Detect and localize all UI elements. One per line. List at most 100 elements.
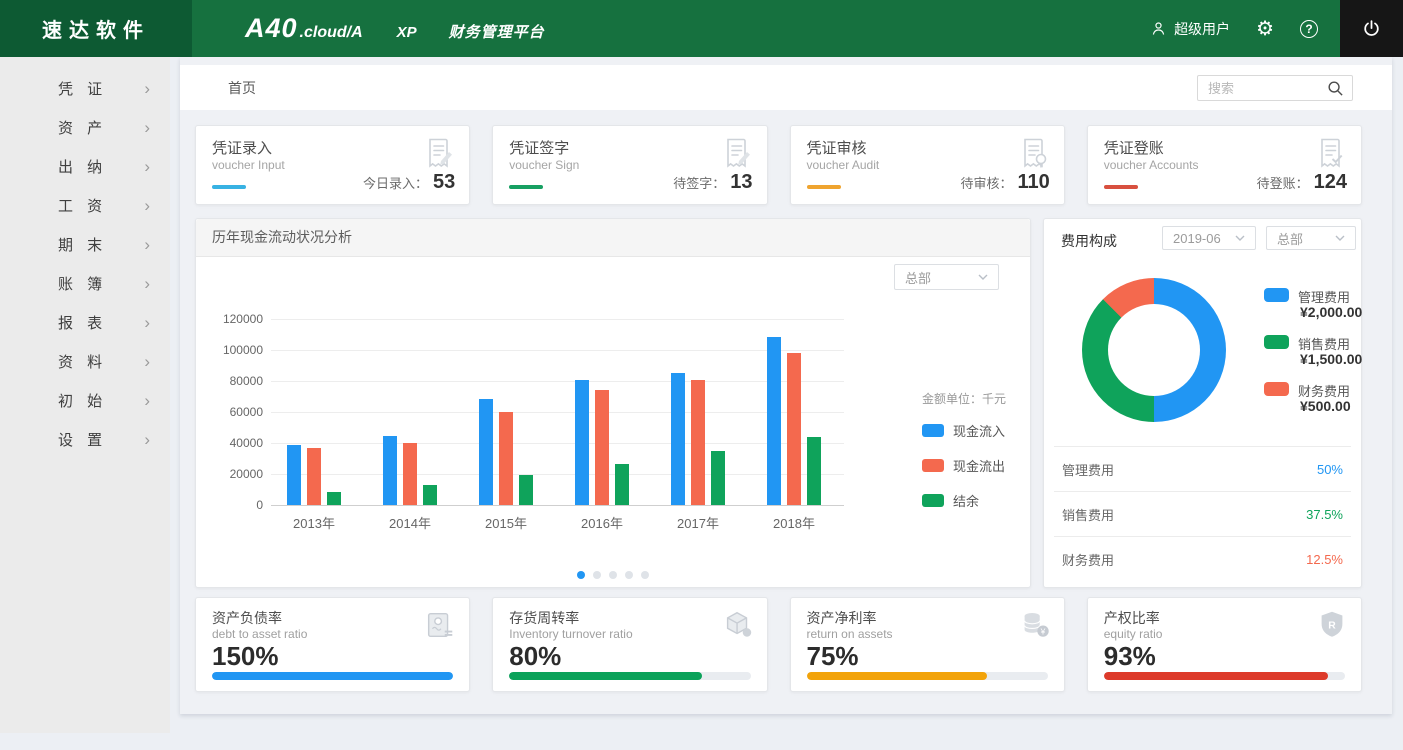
ratio-progress-track (806, 672, 1048, 680)
x-axis-label: 2017年 (677, 516, 719, 531)
period-select[interactable]: 2019-06 (1162, 226, 1256, 250)
ratio-progress-track (509, 672, 751, 680)
carousel-dot[interactable] (577, 571, 585, 579)
breadcrumb[interactable]: 首页 (228, 78, 256, 98)
sidebar-item-label: 报 表 (58, 315, 108, 332)
y-axis-tick: 100000 (222, 343, 263, 357)
carousel-dot[interactable] (641, 571, 649, 579)
expense-legend-swatch (1264, 288, 1289, 302)
logout-button[interactable] (1340, 0, 1403, 57)
stat-card-title: 凭证签字 (509, 140, 570, 157)
expense-row-percent: 12.5% (1306, 551, 1343, 567)
stat-card-title: 凭证审核 (806, 140, 867, 157)
expense-title: 费用构成 (1061, 233, 1117, 249)
sidebar-nav: 凭 证 › 资 产 › 出 纳 › 工 资 › 期 末 › 账 簿 › 报 表 › 资 料 › 初 始 › 设 置 › (0, 57, 170, 733)
ratio-subtitle: debt to asset ratio (212, 627, 308, 641)
search-box (1197, 75, 1353, 101)
voucher-post-icon (1313, 135, 1349, 176)
cash-flow-panel: 历年现金流动状况分析 总部 0 20000 40000 60000 80000 10000… (195, 218, 1031, 588)
voucher-sign-icon (719, 135, 755, 176)
expense-row-percent: 37.5% (1306, 506, 1343, 522)
ratio-progress-track (212, 672, 454, 680)
legend-swatch (922, 494, 944, 507)
product-suffix: .cloud/A (299, 24, 363, 41)
stat-card-title: 凭证登账 (1103, 140, 1164, 157)
expense-donut-chart (1082, 278, 1226, 422)
unit-note: 金额单位：千元 (922, 392, 1007, 406)
certificate-icon (423, 608, 457, 647)
sidebar-item-initial[interactable]: 初 始 › (0, 381, 170, 420)
x-axis-label: 2014年 (389, 516, 431, 531)
help-icon: ? (1300, 19, 1318, 38)
y-axis-tick: 60000 (229, 405, 263, 419)
search-icon[interactable] (1327, 80, 1344, 97)
user-menu[interactable]: 超级用户 (1150, 19, 1230, 39)
stat-card-subtitle: voucher Accounts (1103, 158, 1199, 172)
stat-metric-label: 待签字： (673, 176, 726, 191)
sidebar-item-voucher[interactable]: 凭 证 › (0, 69, 170, 108)
sidebar-item-label: 资 产 (58, 120, 108, 137)
chevron-right-icon: › (144, 196, 150, 215)
carousel-dot[interactable] (593, 571, 601, 579)
sidebar-item-period-end[interactable]: 期 末 › (0, 225, 170, 264)
cash-flow-title: 历年现金流动状况分析 (196, 219, 1030, 257)
carousel-dot[interactable] (609, 571, 617, 579)
ratio-title: 产权比率 (1103, 610, 1160, 626)
stat-metric-value: 53 (433, 171, 456, 193)
ratio-card-1: 资产负债率 debt to asset ratio 150% (195, 597, 471, 692)
y-axis-tick: 80000 (229, 374, 263, 388)
x-axis-label: 2015年 (485, 516, 527, 531)
branch-select[interactable]: 总部 (894, 264, 999, 290)
chevron-right-icon: › (144, 274, 150, 293)
user-icon (1152, 22, 1165, 35)
stat-card-3[interactable]: 凭证审核 voucher Audit 待审核： 110 (789, 125, 1065, 205)
ratio-progress-fill (1103, 672, 1329, 680)
period-select-value: 2019-06 (1173, 230, 1221, 246)
expense-row: 销售费用 37.5% (1054, 491, 1351, 536)
sidebar-item-label: 出 纳 (58, 159, 108, 176)
bar-1-1 (287, 444, 301, 505)
x-axis-label: 2018年 (773, 516, 815, 531)
expense-legend-amount: ¥1,500.00 (1300, 351, 1363, 367)
ratio-value: 75% (806, 641, 859, 671)
stat-metric-value: 110 (1017, 171, 1050, 193)
stat-card-2[interactable]: 凭证签字 voucher Sign 待签字： 13 (492, 125, 768, 205)
ratio-subtitle: equity ratio (1103, 627, 1163, 641)
stat-card-metric: 待审核： 110 (960, 171, 1049, 194)
expense-legend-swatch (1264, 335, 1289, 349)
x-axis-line (271, 505, 844, 506)
settings-button[interactable]: ⚙ (1256, 19, 1274, 39)
gear-icon: ⚙ (1256, 17, 1274, 40)
expense-branch-select[interactable]: 总部 (1266, 226, 1356, 250)
y-axis-tick: 0 (256, 498, 263, 512)
sidebar-item-cashier[interactable]: 出 纳 › (0, 147, 170, 186)
sidebar-item-asset[interactable]: 资 产 › (0, 108, 170, 147)
chevron-right-icon: › (144, 118, 150, 137)
header-actions: 超级用户 ⚙ ? (1150, 0, 1403, 57)
stat-card-4[interactable]: 凭证登账 voucher Accounts 待登账： 124 (1086, 125, 1362, 205)
stat-card-1[interactable]: 凭证录入 voucher Input 今日录入： 53 (195, 125, 471, 205)
sidebar-item-payroll[interactable]: 工 资 › (0, 186, 170, 225)
ratio-progress-fill (806, 672, 988, 680)
stat-card-metric: 待签字： 13 (673, 171, 752, 194)
main-content: 首页 凭证录入voucher Input 今日录入： 53 凭证签字voucher S… (180, 57, 1392, 714)
sidebar-item-settings[interactable]: 设 置 › (0, 420, 170, 459)
voucher-audit-icon (1016, 135, 1052, 176)
legend-swatch (922, 459, 944, 472)
bar-3-5 (711, 450, 725, 505)
expense-row: 财务费用 12.5% (1054, 536, 1351, 581)
stat-card-subtitle: voucher Input (212, 158, 285, 172)
help-button[interactable]: ? (1300, 19, 1318, 38)
gridline (271, 412, 844, 413)
sidebar-item-base-data[interactable]: 资 料 › (0, 342, 170, 381)
stat-metric-value: 124 (1313, 171, 1347, 193)
sidebar-item-reports[interactable]: 报 表 › (0, 303, 170, 342)
logo-text: 速达软件 (42, 20, 150, 42)
expense-legend-amount: ¥500.00 (1300, 398, 1351, 414)
bar-3-1 (327, 491, 341, 505)
carousel-dot[interactable] (625, 571, 633, 579)
expense-breakdown: 管理费用 50% 销售费用 37.5% 财务费用 12.5% (1054, 446, 1351, 581)
app-logo[interactable]: 速达软件 (0, 0, 192, 57)
voucher-stat-row: 凭证录入 voucher Input 今日录入： 53 凭证签字 voucher Sign… (195, 125, 1362, 205)
sidebar-item-account-books[interactable]: 账 簿 › (0, 264, 170, 303)
